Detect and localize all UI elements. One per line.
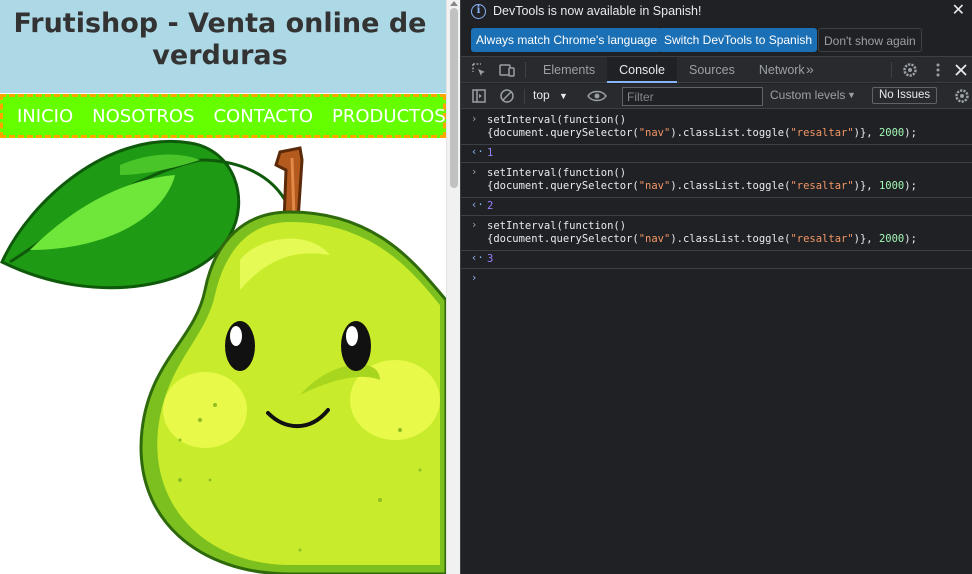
console-result-entry: ‹· 1 (461, 145, 972, 163)
result-arrow-icon: ‹· (471, 199, 484, 211)
clear-console-icon[interactable] (499, 88, 515, 104)
code-segment: )}, (853, 233, 879, 245)
code-line: setInterval(function() (487, 220, 627, 232)
chevron-down-icon: ▼ (559, 91, 568, 101)
scroll-up-icon[interactable] (450, 1, 458, 6)
console-toolbar: top ▼ Custom levels ▼ No Issues (461, 84, 972, 109)
pear-image (0, 140, 446, 574)
console-output[interactable]: › setInterval(function() {document.query… (461, 110, 972, 574)
code-number: 2000 (878, 233, 905, 245)
nav-item-contacto[interactable]: CONTACTO (213, 106, 313, 127)
info-icon: i (471, 4, 486, 19)
filter-input[interactable] (622, 87, 763, 106)
code-string: "nav" (638, 233, 671, 245)
console-prompt[interactable]: › (461, 269, 972, 290)
settings-icon[interactable] (902, 62, 918, 78)
eye-icon[interactable] (587, 88, 607, 104)
code-string: "resaltar" (790, 180, 854, 192)
input-chevron-icon: › (471, 219, 478, 231)
inspect-element-icon[interactable] (471, 62, 487, 78)
switch-to-spanish-button[interactable]: Switch DevTools to Spanish (659, 28, 818, 52)
tab-sources[interactable]: Sources (677, 57, 747, 83)
console-input-entry: › setInterval(function() {document.query… (461, 110, 972, 145)
nav-item-productos[interactable]: PRODUCTOS (332, 106, 446, 127)
result-value: 3 (487, 253, 494, 265)
code-segment: )}, (853, 180, 879, 192)
site-nav: INICIO NOSOTROS CONTACTO PRODUCTOS (0, 94, 446, 138)
code-segment: {document.querySelector( (487, 127, 639, 139)
close-devtools-icon[interactable] (953, 62, 969, 78)
tab-list: Elements Console Sources Network (531, 57, 817, 83)
code-string: "resaltar" (790, 233, 854, 245)
console-result-entry: ‹· 2 (461, 198, 972, 216)
code-number: 2000 (878, 127, 905, 139)
devtools-panel: i DevTools is now available in Spanish! … (460, 0, 972, 574)
code-segment: {document.querySelector( (487, 180, 639, 192)
console-input-entry: › setInterval(function() {document.query… (461, 163, 972, 198)
infobar-message: DevTools is now available in Spanish! (493, 4, 702, 18)
device-toolbar-icon[interactable] (499, 62, 515, 78)
dont-show-again-button[interactable]: Don't show again (818, 28, 922, 52)
result-value: 1 (487, 147, 494, 159)
input-chevron-icon: › (471, 166, 478, 178)
tab-console[interactable]: Console (607, 57, 677, 83)
web-page: Frutishop - Venta online de verduras INI… (0, 0, 446, 574)
context-selector[interactable]: top (533, 88, 550, 102)
language-infobar: i DevTools is now available in Spanish! … (461, 0, 972, 56)
code-segment: ); (904, 127, 917, 139)
log-levels-dropdown[interactable]: Custom levels (770, 88, 845, 102)
code-string: "nav" (638, 127, 671, 139)
result-arrow-icon: ‹· (471, 252, 484, 264)
sidebar-toggle-icon[interactable] (471, 88, 487, 104)
code-segment: )}, (853, 127, 879, 139)
prompt-chevron-icon: › (471, 272, 478, 284)
code-segment: ); (904, 233, 917, 245)
site-header: Frutishop - Venta online de verduras (0, 0, 446, 93)
chevron-down-icon: ▼ (847, 90, 856, 100)
site-title: Frutishop - Venta online de verduras (13, 8, 427, 71)
more-tabs-icon[interactable]: » (806, 61, 814, 77)
code-segment: ).classList.toggle( (670, 127, 791, 139)
input-chevron-icon: › (471, 113, 478, 125)
page-scrollbar[interactable] (446, 0, 460, 574)
page-scroll-thumb[interactable] (450, 8, 458, 188)
code-number: 1000 (878, 180, 905, 192)
code-segment: {document.querySelector( (487, 233, 639, 245)
code-segment: ).classList.toggle( (670, 233, 791, 245)
pear-eye-right (341, 321, 371, 371)
devtools-tabbar: Elements Console Sources Network » (461, 56, 972, 83)
code-segment: ).classList.toggle( (670, 180, 791, 192)
close-icon[interactable]: ✕ (952, 3, 965, 19)
result-value: 2 (487, 200, 494, 212)
code-line: setInterval(function() (487, 114, 627, 126)
code-line: setInterval(function() (487, 167, 627, 179)
always-match-language-button[interactable]: Always match Chrome's language (471, 28, 663, 52)
nav-item-inicio[interactable]: INICIO (17, 106, 73, 127)
code-string: "nav" (638, 180, 671, 192)
console-result-entry: ‹· 3 (461, 251, 972, 269)
nav-item-nosotros[interactable]: NOSOTROS (92, 106, 194, 127)
tab-elements[interactable]: Elements (531, 57, 607, 83)
code-string: "resaltar" (790, 127, 854, 139)
pear-eye-left (225, 321, 255, 371)
code-segment: ); (904, 180, 917, 192)
issues-button[interactable]: No Issues (872, 87, 938, 104)
console-input-entry: › setInterval(function() {document.query… (461, 216, 972, 251)
more-options-icon[interactable] (930, 62, 946, 78)
result-arrow-icon: ‹· (471, 146, 484, 158)
console-settings-icon[interactable] (954, 88, 970, 104)
